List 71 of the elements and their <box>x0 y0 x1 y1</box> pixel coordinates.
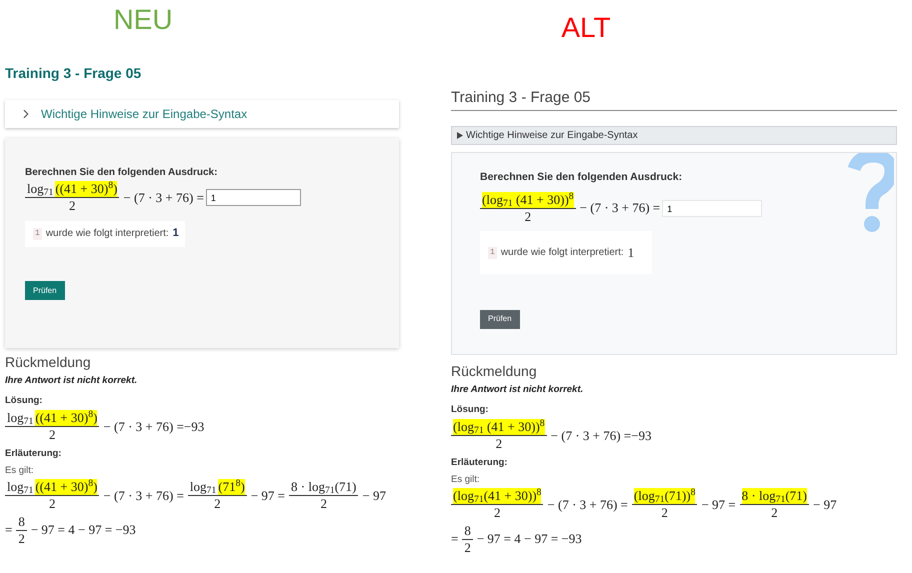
math-text: − 97 <box>362 488 386 504</box>
math-text: 8 · log$_{71}$(71) <box>291 479 356 496</box>
math-text: ((41 + 30)$^{8}$) <box>35 479 98 496</box>
math-text: − (7 · 3 + 76) =−93 <box>550 428 652 444</box>
interpreted-value: 1 <box>628 244 634 262</box>
math-text: − 97 = <box>250 488 286 504</box>
math-text: (log$_{71}$(41 + 30))$^{8}$ <box>453 488 542 504</box>
version-label: NEU <box>113 6 173 37</box>
math-text: − (7 · 3 + 76) = <box>103 488 184 504</box>
math-text: log$_{71}$ <box>7 479 34 496</box>
question-mark-icon <box>848 153 894 233</box>
math-text: ((41 + 30)$^{8}$) <box>35 410 98 426</box>
math-text: log$_{71}$ <box>190 479 216 496</box>
math-text: 2 <box>18 530 25 547</box>
math-text: − 97 = <box>701 496 736 513</box>
syntax-hints-toggle[interactable]: Wichtige Hinweise zur Eingabe-Syntax <box>5 100 399 128</box>
math-text: − (7 · 3 + 76) = <box>547 496 628 513</box>
question-prompt: Berechnen Sie den folgenden Ausdruck: <box>25 166 218 180</box>
check-button[interactable]: Prüfen <box>480 310 520 329</box>
version-label: ALT <box>561 14 611 45</box>
math-text: 2 <box>771 505 778 522</box>
check-button[interactable]: Prüfen <box>25 281 65 300</box>
math-text: = <box>451 531 458 548</box>
answer-field[interactable]: 1 <box>206 189 301 206</box>
math-text: − (7 · 3 + 76) = <box>123 190 204 206</box>
interpretation-text: wurde wie folgt interpretiert: <box>46 227 169 241</box>
math-text: − (7 · 3 + 76) =−93 <box>103 418 204 435</box>
math-text: (log$_{71}$ (41 + 30))$^{8}$ <box>482 192 574 208</box>
math-text: − 97 <box>813 496 837 513</box>
math-text: 2 <box>496 436 502 452</box>
feedback-verdict: Ihre Antwort ist nicht korrekt. <box>451 382 584 396</box>
math-text: = <box>5 522 12 538</box>
page-title: Training 3 - Frage 05 <box>5 65 142 81</box>
math-text: 2 <box>48 496 56 512</box>
solution-label: Lösung: <box>5 394 42 408</box>
math-text: − (7 · 3 + 76) = <box>580 200 660 217</box>
math-text: 2 <box>68 198 76 214</box>
answer-field[interactable]: 1 <box>662 200 762 217</box>
math-text: 2 <box>320 496 327 512</box>
math-text: log$_{71}$ <box>27 181 54 198</box>
math-text: 2 <box>214 496 221 512</box>
math-text: − 97 = 4 − 97 = −93 <box>476 531 582 548</box>
math-text: 8 · log$_{71}$(71) <box>742 488 808 504</box>
feedback-heading: Rückmeldung <box>5 354 91 372</box>
syntax-hints-toggle[interactable]: Wichtige Hinweise zur Eingabe-Syntax <box>451 126 897 145</box>
math-text: 8 <box>464 522 471 539</box>
explanation-intro: Es gilt: <box>5 464 34 478</box>
interpreted-value: 1 <box>172 226 179 242</box>
page-title: Training 3 - Frage 05 <box>451 89 591 106</box>
feedback-heading: Rückmeldung <box>451 363 537 380</box>
math-text: − 97 = 4 − 97 = −93 <box>30 522 136 538</box>
explanation-label: Erläuterung: <box>451 456 508 470</box>
math-text: 2 <box>661 505 668 522</box>
math-text: log$_{71}$ <box>7 410 34 426</box>
math-text: 2 <box>464 540 471 556</box>
math-text: 2 <box>48 427 56 444</box>
explanation-intro: Es gilt: <box>451 472 480 487</box>
explanation-label: Erläuterung: <box>5 446 62 460</box>
math-text: 8 <box>18 514 25 530</box>
question-prompt: Berechnen Sie den folgenden Ausdruck: <box>480 170 684 185</box>
interpretation-text: wurde wie folgt interpretiert: <box>500 246 624 260</box>
math-text: 2 <box>524 209 532 226</box>
math-text: 2 <box>494 505 500 522</box>
code-snippet: 1 <box>488 246 497 259</box>
triangle-icon <box>457 132 463 139</box>
math-text: (log$_{71}$ (41 + 30))$^{8}$ <box>453 419 545 436</box>
code-snippet: 1 <box>33 228 42 240</box>
solution-label: Lösung: <box>451 402 488 417</box>
math-text: ((41 + 30)$^{8}$) <box>55 181 118 198</box>
math-text: (71$^{8}$) <box>218 479 245 496</box>
feedback-verdict: Ihre Antwort ist nicht korrekt. <box>5 374 138 388</box>
